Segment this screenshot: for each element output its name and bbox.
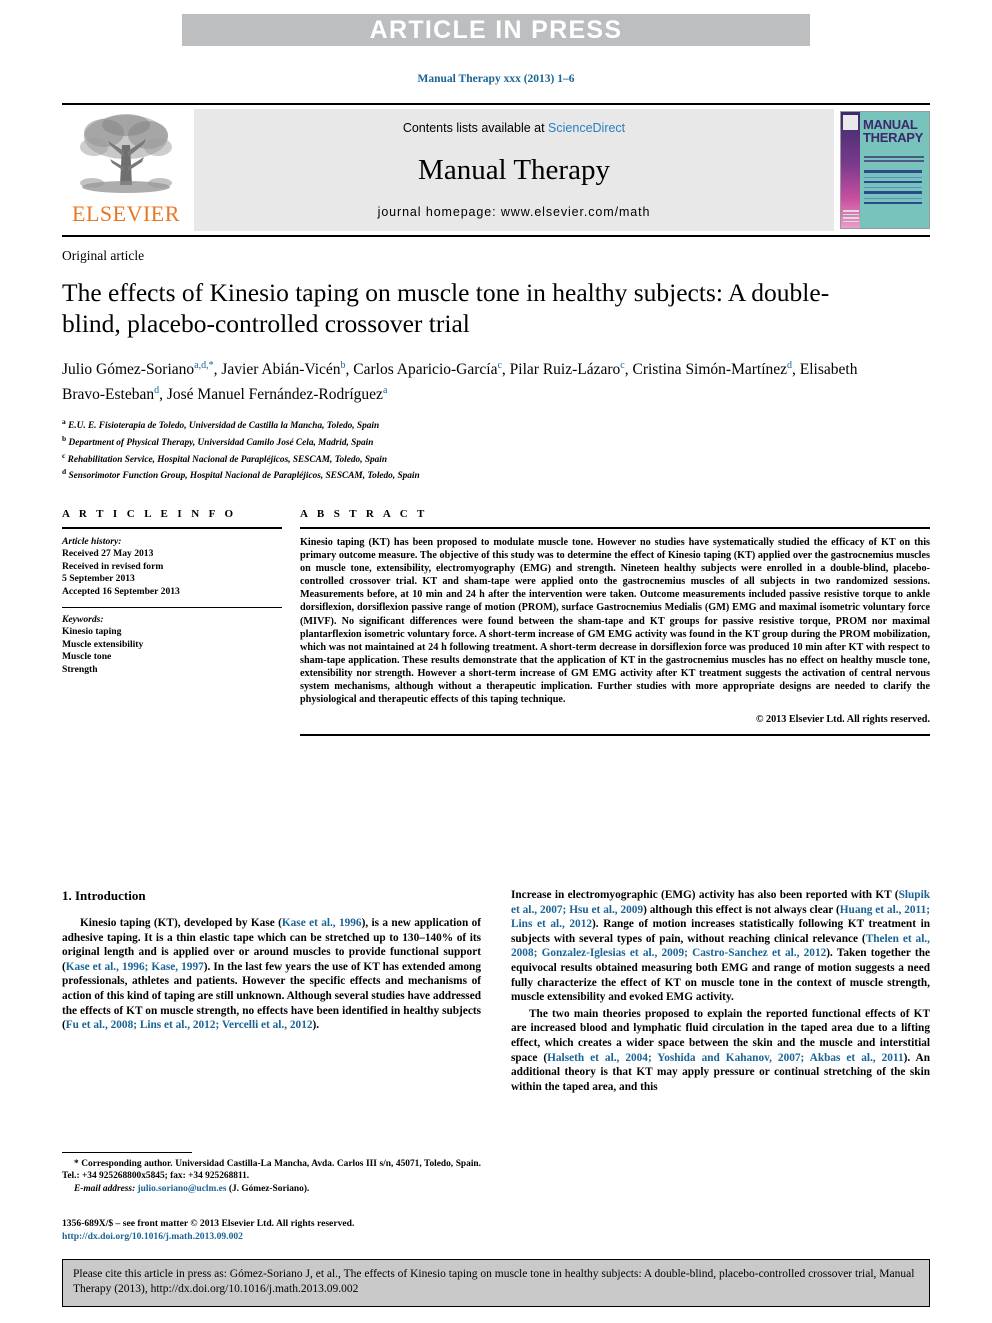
footnote-divider (62, 1152, 192, 1153)
citation-link[interactable]: Kase et al., 1996 (282, 917, 362, 929)
history-item: 5 September 2013 (62, 573, 135, 585)
article-history-label: Article history: (62, 536, 122, 547)
cover-subtitle-lines (864, 156, 924, 164)
intro-paragraph-right-1: Increase in electromyographic (EMG) acti… (511, 889, 930, 1004)
journal-cover-thumbnail: MANUAL THERAPY (840, 111, 930, 229)
citation-link[interactable]: Kase et al., 1996; Kase, 1997 (66, 961, 204, 973)
affiliation-item: c Rehabilitation Service, Hospital Nacio… (62, 450, 388, 465)
author-affiliation-mark: c (497, 360, 502, 371)
masthead-center-panel: Contents lists available at ScienceDirec… (194, 109, 834, 231)
email-owner: (J. Gómez-Soriano). (228, 1183, 310, 1194)
journal-reference-line: Manual Therapy xxx (2013) 1–6 (417, 73, 575, 85)
history-item: Accepted 16 September 2013 (62, 585, 180, 597)
sciencedirect-link[interactable]: ScienceDirect (548, 121, 625, 135)
affiliation-item: a E.U. E. Fisioterapia de Toledo, Univer… (62, 417, 380, 432)
affiliation-list: a E.U. E. Fisioterapia de Toledo, Univer… (62, 416, 930, 483)
keyword-item: Kinesio taping (62, 626, 122, 638)
keywords-label: Keywords: (62, 614, 104, 626)
elsevier-tree-icon (80, 114, 172, 193)
cover-publisher-badge-icon (843, 115, 858, 130)
author-name: Pilar Ruiz-Lázaro (509, 361, 621, 379)
cover-title-line-2: THERAPY (863, 130, 924, 145)
author-name: Javier Abián-Vicén (221, 361, 341, 379)
author-list: Julio Gómez-Sorianoa,d,*, Javier Abián-V… (62, 360, 858, 404)
please-cite-box: Please cite this article in press as: Gó… (62, 1259, 930, 1307)
keyword-item: Strength (62, 663, 98, 675)
elsevier-wordmark: ELSEVIER (72, 201, 180, 226)
journal-title: Manual Therapy (418, 153, 610, 186)
author-name: José Manuel Fernández-Rodríguez (166, 386, 383, 404)
please-cite-text: Please cite this article in press as: Gó… (73, 1268, 915, 1295)
affiliation-mark: a (62, 417, 66, 427)
abstract-top-rule (300, 527, 930, 529)
abstract-bottom-rule (300, 734, 930, 737)
body-column-right: Increase in electromyographic (EMG) acti… (511, 888, 930, 1096)
cover-contents-lines (864, 170, 922, 208)
article-header: Original article The effects of Kinesio … (62, 248, 930, 483)
article-type-label: Original article (62, 248, 145, 263)
author-name: Carlos Aparicio-García (353, 361, 498, 379)
article-in-press-label: ARTICLE IN PRESS (369, 15, 623, 44)
journal-masthead: ELSEVIER Contents lists available at Sci… (62, 103, 930, 237)
citation-link[interactable]: Thelen et al., 2008; Gonzalez-Iglesias e… (511, 933, 930, 960)
abstract-text: Kinesio taping (KT) has been proposed to… (300, 537, 930, 706)
affiliation-mark: d (62, 467, 67, 477)
abstract-copyright: © 2013 Elsevier Ltd. All rights reserved… (755, 714, 930, 726)
affiliation-item: b Department of Physical Therapy, Univer… (62, 434, 374, 449)
section-title-introduction: 1. Introduction (62, 888, 146, 903)
contents-prefix: Contents lists available at (402, 121, 549, 135)
citation-link[interactable]: Fu et al., 2008; Lins et al., 2012; Verc… (66, 1019, 313, 1031)
keyword-item: Muscle extensibility (62, 638, 144, 650)
affiliation-mark: c (62, 450, 66, 460)
body-columns: 1. Introduction Kinesio taping (KT), dev… (62, 888, 930, 1096)
keywords-block: Keywords: Kinesio taping Muscle extensib… (62, 614, 282, 676)
article-info-column: A R T I C L E I N F O Article history: R… (62, 508, 300, 736)
contents-available-line: Contents lists available at ScienceDirec… (403, 121, 625, 135)
author-email-link[interactable]: julio.soriano@uclm.es (138, 1184, 227, 1194)
intro-paragraph-right-2: The two main theories proposed to explai… (511, 1007, 930, 1093)
cover-footer-lines (843, 210, 859, 224)
email-note: E-mail address: julio.soriano@uclm.es (J… (62, 1183, 481, 1195)
affiliation-mark: b (62, 434, 67, 443)
journal-homepage-link[interactable]: journal homepage: www.elsevier.com/math (378, 205, 651, 219)
citation-link[interactable]: Halseth et al., 2004; Yoshida and Kahano… (547, 1052, 903, 1064)
frontmatter-block: 1356-689X/$ – see front matter © 2013 El… (62, 1218, 481, 1243)
doi-link[interactable]: http://dx.doi.org/10.1016/j.math.2013.09… (62, 1231, 481, 1244)
article-info-top-rule (62, 527, 282, 529)
corresponding-author-note: * Corresponding author. Universidad Cast… (62, 1159, 481, 1182)
intro-paragraph-left: Kinesio taping (KT), developed by Kase (… (62, 917, 482, 1032)
issn-front-matter-line: 1356-689X/$ – see front matter © 2013 El… (62, 1218, 355, 1229)
keyword-item: Muscle tone (62, 651, 112, 663)
affiliation-item: d Sensorimotor Function Group, Hospital … (62, 467, 420, 482)
footnote-block: * Corresponding author. Universidad Cast… (62, 1152, 481, 1195)
info-abstract-block: A R T I C L E I N F O Article history: R… (62, 508, 930, 737)
abstract-column: A B S T R A C T Kinesio taping (KT) has … (300, 508, 930, 737)
article-info-mid-rule (62, 607, 282, 609)
author-affiliation-mark: b (340, 360, 346, 371)
email-address-label: E-mail address: (74, 1183, 136, 1194)
article-history-block: Article history: Received 27 May 2013 Re… (62, 536, 282, 598)
author-affiliation-mark: a (382, 385, 388, 397)
author-name: Cristina Simón-Martínez (632, 361, 788, 379)
elsevier-logo: ELSEVIER (62, 105, 190, 235)
article-info-heading: A R T I C L E I N F O (62, 508, 237, 520)
article-in-press-banner: ARTICLE IN PRESS (182, 14, 810, 46)
author-affiliation-mark: a,d,* (194, 360, 214, 371)
author-affiliation-mark: d (787, 360, 793, 371)
cover-title: MANUAL THERAPY (863, 118, 923, 144)
author-affiliation-mark: d (154, 385, 160, 397)
history-item: Received 27 May 2013 (62, 548, 154, 560)
history-item: Received in revised form (62, 560, 164, 572)
body-column-left: 1. Introduction Kinesio taping (KT), dev… (62, 888, 481, 1096)
author-name: Julio Gómez-Soriano (62, 361, 195, 379)
author-affiliation-mark: c (620, 360, 625, 371)
page-title: The effects of Kinesio taping on muscle … (62, 278, 830, 338)
abstract-heading: A B S T R A C T (300, 508, 428, 520)
